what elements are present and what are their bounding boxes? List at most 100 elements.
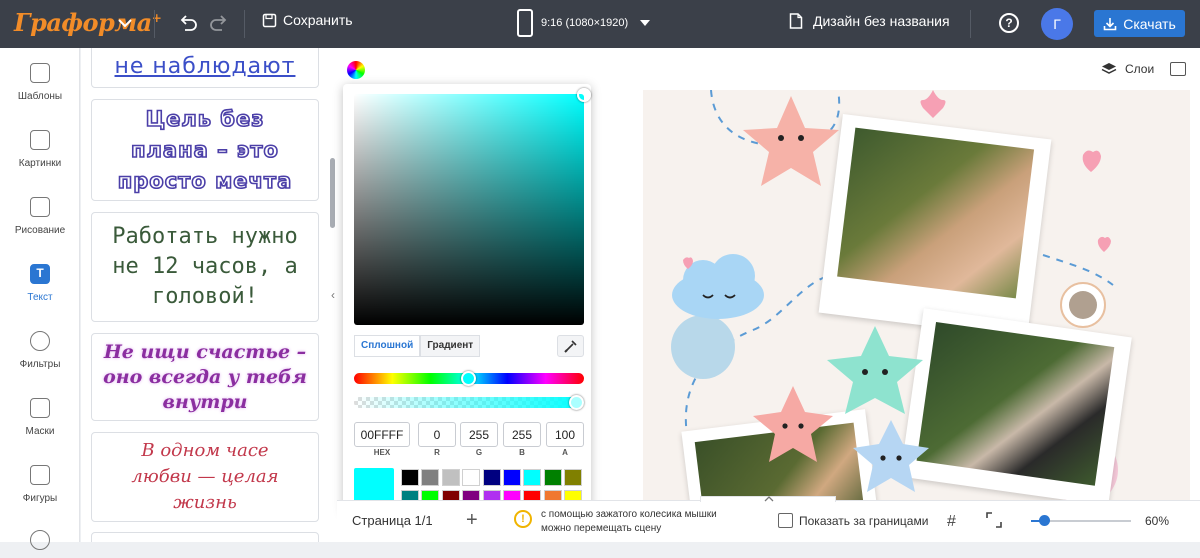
text-template-card[interactable]: Не ищи счастье – оно всегда у тебя внутр…: [91, 333, 319, 421]
nav-item-templates[interactable]: Шаблоны: [0, 63, 80, 102]
eyedropper-icon: [564, 340, 577, 353]
filters-icon: [30, 331, 50, 351]
color-swatch[interactable]: [564, 469, 583, 486]
avatar[interactable]: Г: [1041, 8, 1073, 40]
hue-handle[interactable]: [461, 371, 476, 386]
pencil-icon: [30, 197, 50, 217]
eyedropper-button[interactable]: [557, 335, 584, 357]
design-name-label: Дизайн без названия: [813, 13, 950, 29]
blue-star-sticker: [853, 420, 929, 492]
show-outside-checkbox[interactable]: [778, 513, 793, 528]
text-template-preview: Цель без плана – это просто мечта: [117, 106, 293, 194]
text-template-preview: В одном часе любви — целая жизнь: [131, 440, 279, 513]
zoom-slider-handle[interactable]: [1039, 515, 1050, 526]
chevron-up-icon: [764, 496, 774, 502]
panel-scrollbar[interactable]: [330, 158, 335, 228]
color-swatch[interactable]: [482, 469, 501, 486]
saturation-handle[interactable]: [577, 88, 591, 102]
layers-button[interactable]: Слои: [1101, 62, 1154, 76]
nav-item-masks[interactable]: Маски: [0, 398, 80, 437]
document-icon: [789, 13, 803, 29]
text-template-preview: не наблюдают: [114, 53, 296, 79]
divider: [244, 10, 245, 38]
text-icon: T: [30, 264, 50, 284]
color-swatch[interactable]: [441, 469, 460, 486]
color-swatch[interactable]: [401, 469, 419, 486]
red-input[interactable]: [418, 422, 456, 447]
left-nav: Шаблоны Картинки Рисование T Текст Фильт…: [0, 48, 80, 550]
pink-star-sticker-2: [753, 386, 833, 462]
mint-star-sticker: [827, 326, 923, 414]
artboard[interactable]: [643, 90, 1190, 500]
add-page-button[interactable]: +: [466, 509, 478, 532]
shapes-icon: [30, 465, 50, 485]
app-logo[interactable]: Граформа+: [14, 8, 162, 37]
caret-down-icon: [640, 20, 651, 26]
stickers-layer: [672, 90, 1111, 492]
alpha-input[interactable]: [546, 422, 584, 447]
green-input[interactable]: [460, 422, 498, 447]
comments-icon[interactable]: [1170, 62, 1186, 76]
alpha-label: A: [562, 448, 568, 457]
layers-icon: [1101, 63, 1117, 74]
alpha-slider[interactable]: [354, 397, 584, 408]
alpha-handle[interactable]: [569, 395, 584, 410]
nav-item-filters[interactable]: Фильтры: [0, 331, 80, 370]
divider: [154, 10, 155, 38]
color-swatch[interactable]: [503, 469, 521, 486]
heart-sticker: [683, 90, 1111, 269]
text-template-card[interactable]: Цель без плана – это просто мечта: [91, 99, 319, 201]
red-label: R: [434, 448, 440, 457]
nav-item-shapes[interactable]: Фигуры: [0, 465, 80, 504]
download-button[interactable]: Скачать: [1094, 10, 1185, 37]
nav-item-drawing[interactable]: Рисование: [0, 197, 80, 236]
canvas-size-dropdown[interactable]: 9:16 (1080×1920): [517, 9, 651, 37]
color-picker-toggle-icon[interactable]: [347, 61, 365, 79]
saturation-value-area[interactable]: [354, 94, 584, 325]
help-icon[interactable]: ?: [999, 13, 1019, 33]
blue-input[interactable]: [503, 422, 541, 447]
design-name[interactable]: Дизайн без названия: [789, 13, 950, 29]
text-templates-panel: не наблюдают Цель без плана – это просто…: [81, 48, 337, 542]
fullscreen-icon[interactable]: [986, 512, 1002, 528]
grid-icon[interactable]: #: [947, 513, 956, 531]
text-template-card[interactable]: В одном часе любви — целая жизнь: [91, 432, 319, 522]
color-swatch[interactable]: [523, 469, 542, 486]
templates-icon: [30, 63, 50, 83]
text-template-card[interactable]: не наблюдают: [91, 48, 319, 88]
nav-item-text[interactable]: T Текст: [0, 264, 80, 303]
cat-badge-sticker: [1060, 282, 1106, 328]
canvas-size-label: 9:16 (1080×1920): [541, 17, 629, 29]
hex-label: HEX: [373, 448, 391, 457]
zoom-level: 60%: [1145, 514, 1170, 528]
divider: [970, 10, 971, 38]
drawer-handle[interactable]: [700, 496, 836, 502]
download-label: Скачать: [1123, 15, 1176, 32]
color-swatch[interactable]: [462, 469, 481, 486]
color-swatch[interactable]: [421, 469, 440, 486]
color-mode-tabs: Сплошной Градиент: [354, 335, 481, 357]
undo-icon[interactable]: [177, 12, 199, 34]
chevron-down-icon[interactable]: [116, 14, 134, 32]
navigation-hint: с помощью зажатого колесика мышки можно …: [541, 509, 717, 534]
save-button[interactable]: Сохранить: [262, 12, 353, 28]
nav-item-more[interactable]: [0, 530, 80, 558]
save-label: Сохранить: [283, 12, 353, 28]
show-outside-bounds-toggle[interactable]: Показать за границами: [778, 513, 928, 528]
pink-star-sticker: [743, 96, 839, 186]
text-template-card[interactable]: Работать нужно не 12 часов, а головой!: [91, 212, 319, 322]
green-label: G: [475, 448, 483, 457]
nav-item-images[interactable]: Картинки: [0, 130, 80, 169]
redo-icon[interactable]: [208, 12, 230, 34]
color-swatch[interactable]: [543, 469, 562, 486]
text-template-preview: Не ищи счастье – оно всегда у тебя внутр…: [103, 340, 307, 413]
hex-input[interactable]: [354, 422, 410, 447]
page-indicator: Страница 1/1: [352, 513, 433, 528]
text-template-card[interactable]: [91, 532, 319, 542]
floppy-icon: [262, 13, 277, 27]
top-bar: Граформа+ Сохранить 9:16 (1080×1920) Диз…: [0, 0, 1200, 48]
download-icon: [1103, 17, 1117, 30]
tab-gradient[interactable]: Градиент: [420, 335, 481, 357]
info-icon: !: [514, 510, 532, 528]
tab-solid[interactable]: Сплошной: [354, 335, 421, 357]
